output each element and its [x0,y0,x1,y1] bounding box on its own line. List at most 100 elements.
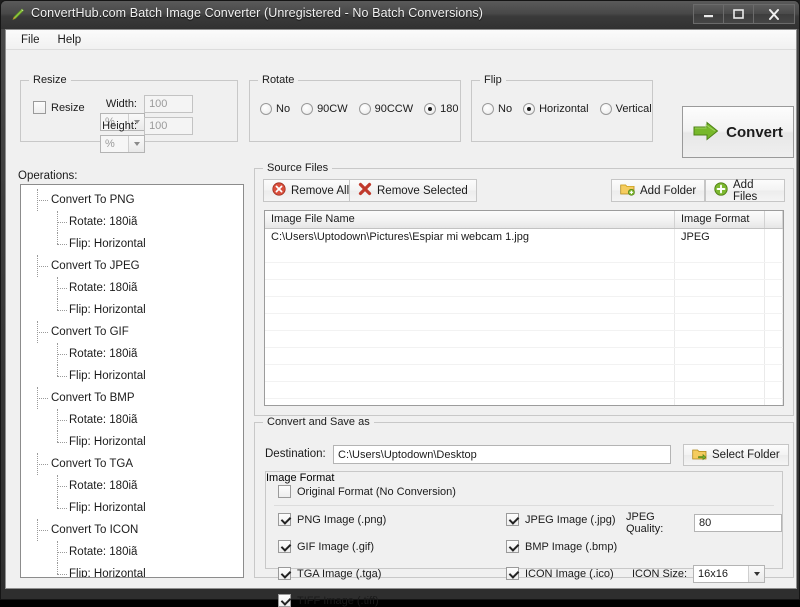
rotate-option-180[interactable]: 180 [424,103,459,115]
tree-node[interactable]: Convert To ICON [21,519,243,541]
tree-node[interactable]: Flip: Horizontal [21,563,243,577]
remove-selected-button[interactable]: Remove Selected [349,179,477,202]
resize-enable-checkbox[interactable] [33,101,46,114]
tree-node[interactable]: Convert To TGA [21,453,243,475]
tga-checkbox[interactable] [278,567,291,580]
tree-node[interactable]: Convert To JPEG [21,255,243,277]
jpeg-quality-field: JPEG Quality: [626,511,782,535]
width-input[interactable] [144,95,194,113]
close-button[interactable] [753,4,795,24]
select-folder-button[interactable]: Select Folder [683,444,789,466]
format-option-jpeg[interactable]: JPEG Image (.jpg) [506,513,615,526]
tree-node[interactable]: Flip: Horizontal [21,497,243,519]
flip-option-vertical[interactable]: Vertical [599,103,652,115]
format-option-bmp[interactable]: BMP Image (.bmp) [506,540,617,553]
radio-indicator [358,103,371,115]
format-option-icon[interactable]: ICON Image (.ico) [506,567,614,580]
height-input[interactable] [144,117,194,135]
tree-node[interactable]: Rotate: 180iã [21,541,243,563]
convert-button[interactable]: Convert [682,106,794,158]
tree-node[interactable]: Rotate: 180iã [21,409,243,431]
chevron-down-icon [128,136,144,152]
rotate-option-label: 90CCW [374,103,414,115]
bmp-label: BMP Image (.bmp) [525,540,618,553]
original-format-label: Original Format (No Conversion) [297,485,456,498]
column-header-file-name[interactable]: Image File Name [265,211,675,228]
flip-option-no[interactable]: No [482,103,512,115]
source-files-group-title: Source Files [263,162,333,174]
maximize-button[interactable] [723,4,754,24]
source-files-group: Source Files Remove All Remove Selected … [254,162,794,416]
rotate-option-no[interactable]: No [260,103,290,115]
png-checkbox[interactable] [278,513,291,526]
tree-node[interactable]: Convert To PNG [21,189,243,211]
format-option-gif[interactable]: GIF Image (.gif) [278,540,374,553]
application-window: ConvertHub.com Batch Image Converter (Un… [0,0,800,607]
flip-option-horizontal[interactable]: Horizontal [523,103,589,115]
jpeg-label: JPEG Image (.jpg) [525,513,616,526]
tree-node[interactable]: Rotate: 180iã [21,277,243,299]
empty-row [265,382,783,399]
empty-cell [265,280,675,296]
cell-image-format: JPEG [675,229,765,246]
source-files-list[interactable]: Image File Name Image Format C:\Users\Up… [264,210,784,406]
column-header-image-format[interactable]: Image Format [675,211,765,228]
rotate-option-90ccw[interactable]: 90CCW [358,103,414,115]
empty-row [265,280,783,297]
tree-node[interactable]: Flip: Horizontal [21,431,243,453]
format-option-tga[interactable]: TGA Image (.tga) [278,567,381,580]
icon-checkbox[interactable] [506,567,519,580]
tree-node[interactable]: Rotate: 180iã [21,343,243,365]
red-circle-x-icon [272,182,286,199]
tree-node[interactable]: Flip: Horizontal [21,365,243,387]
add-files-button[interactable]: Add Files [705,179,785,203]
table-row[interactable]: C:\Users\Uptodown\Pictures\Espiar mi web… [265,229,783,246]
remove-all-button[interactable]: Remove All [263,179,359,202]
tga-label: TGA Image (.tga) [297,567,382,580]
gif-checkbox[interactable] [278,540,291,553]
format-option-png[interactable]: PNG Image (.png) [278,513,386,526]
jpeg-quality-input[interactable] [694,514,782,532]
destination-input[interactable] [333,445,671,464]
window-frame: ConvertHub.com Batch Image Converter (Un… [0,0,800,607]
tree-node[interactable]: Flip: Horizontal [21,233,243,255]
tree-node[interactable]: Rotate: 180iã [21,211,243,233]
title-bar: ConvertHub.com Batch Image Converter (Un… [1,1,799,29]
tree-node[interactable]: Convert To GIF [21,321,243,343]
height-unit-value: % [105,138,115,150]
empty-cell [765,246,783,262]
bmp-checkbox[interactable] [506,540,519,553]
resize-enable-label: Resize [51,101,85,114]
tiff-label: TIFF Image (.tiff) [297,594,379,607]
empty-row [265,297,783,314]
empty-cell [765,348,783,364]
operations-tree[interactable]: Convert To PNG Rotate: 180iã Flip: Horizon… [20,184,244,578]
tree-node[interactable]: Rotate: 180iã [21,475,243,497]
tree-node[interactable]: Flip: Horizontal [21,299,243,321]
tree-node[interactable]: Convert To BMP [21,387,243,409]
original-format-checkbox[interactable] [278,485,291,498]
radio-indicator [301,103,314,115]
empty-cell [265,382,675,398]
flip-option-label: No [498,103,513,115]
jpeg-checkbox[interactable] [506,513,519,526]
menu-file[interactable]: File [12,32,49,48]
empty-cell [265,297,675,313]
icon-size-value: 16x16 [698,568,728,580]
menu-help[interactable]: Help [49,32,91,48]
original-format-option[interactable]: Original Format (No Conversion) [278,485,456,498]
cell-file-name: C:\Users\Uptodown\Pictures\Espiar mi web… [265,229,675,246]
height-unit-combo[interactable]: % [100,135,145,153]
add-folder-button[interactable]: Add Folder [611,179,706,202]
empty-row [265,314,783,331]
image-format-title: Image Format [266,472,335,484]
format-option-tiff[interactable]: TIFF Image (.tiff) [278,594,379,607]
flip-option-label: Vertical [615,103,652,115]
empty-cell [765,365,783,381]
rotate-option-90cw[interactable]: 90CW [301,103,348,115]
chevron-down-icon [748,566,765,582]
add-folder-label: Add Folder [640,184,697,197]
tiff-checkbox[interactable] [278,594,291,607]
minimize-button[interactable] [693,4,724,24]
icon-size-combo[interactable]: 16x16 [693,565,766,583]
